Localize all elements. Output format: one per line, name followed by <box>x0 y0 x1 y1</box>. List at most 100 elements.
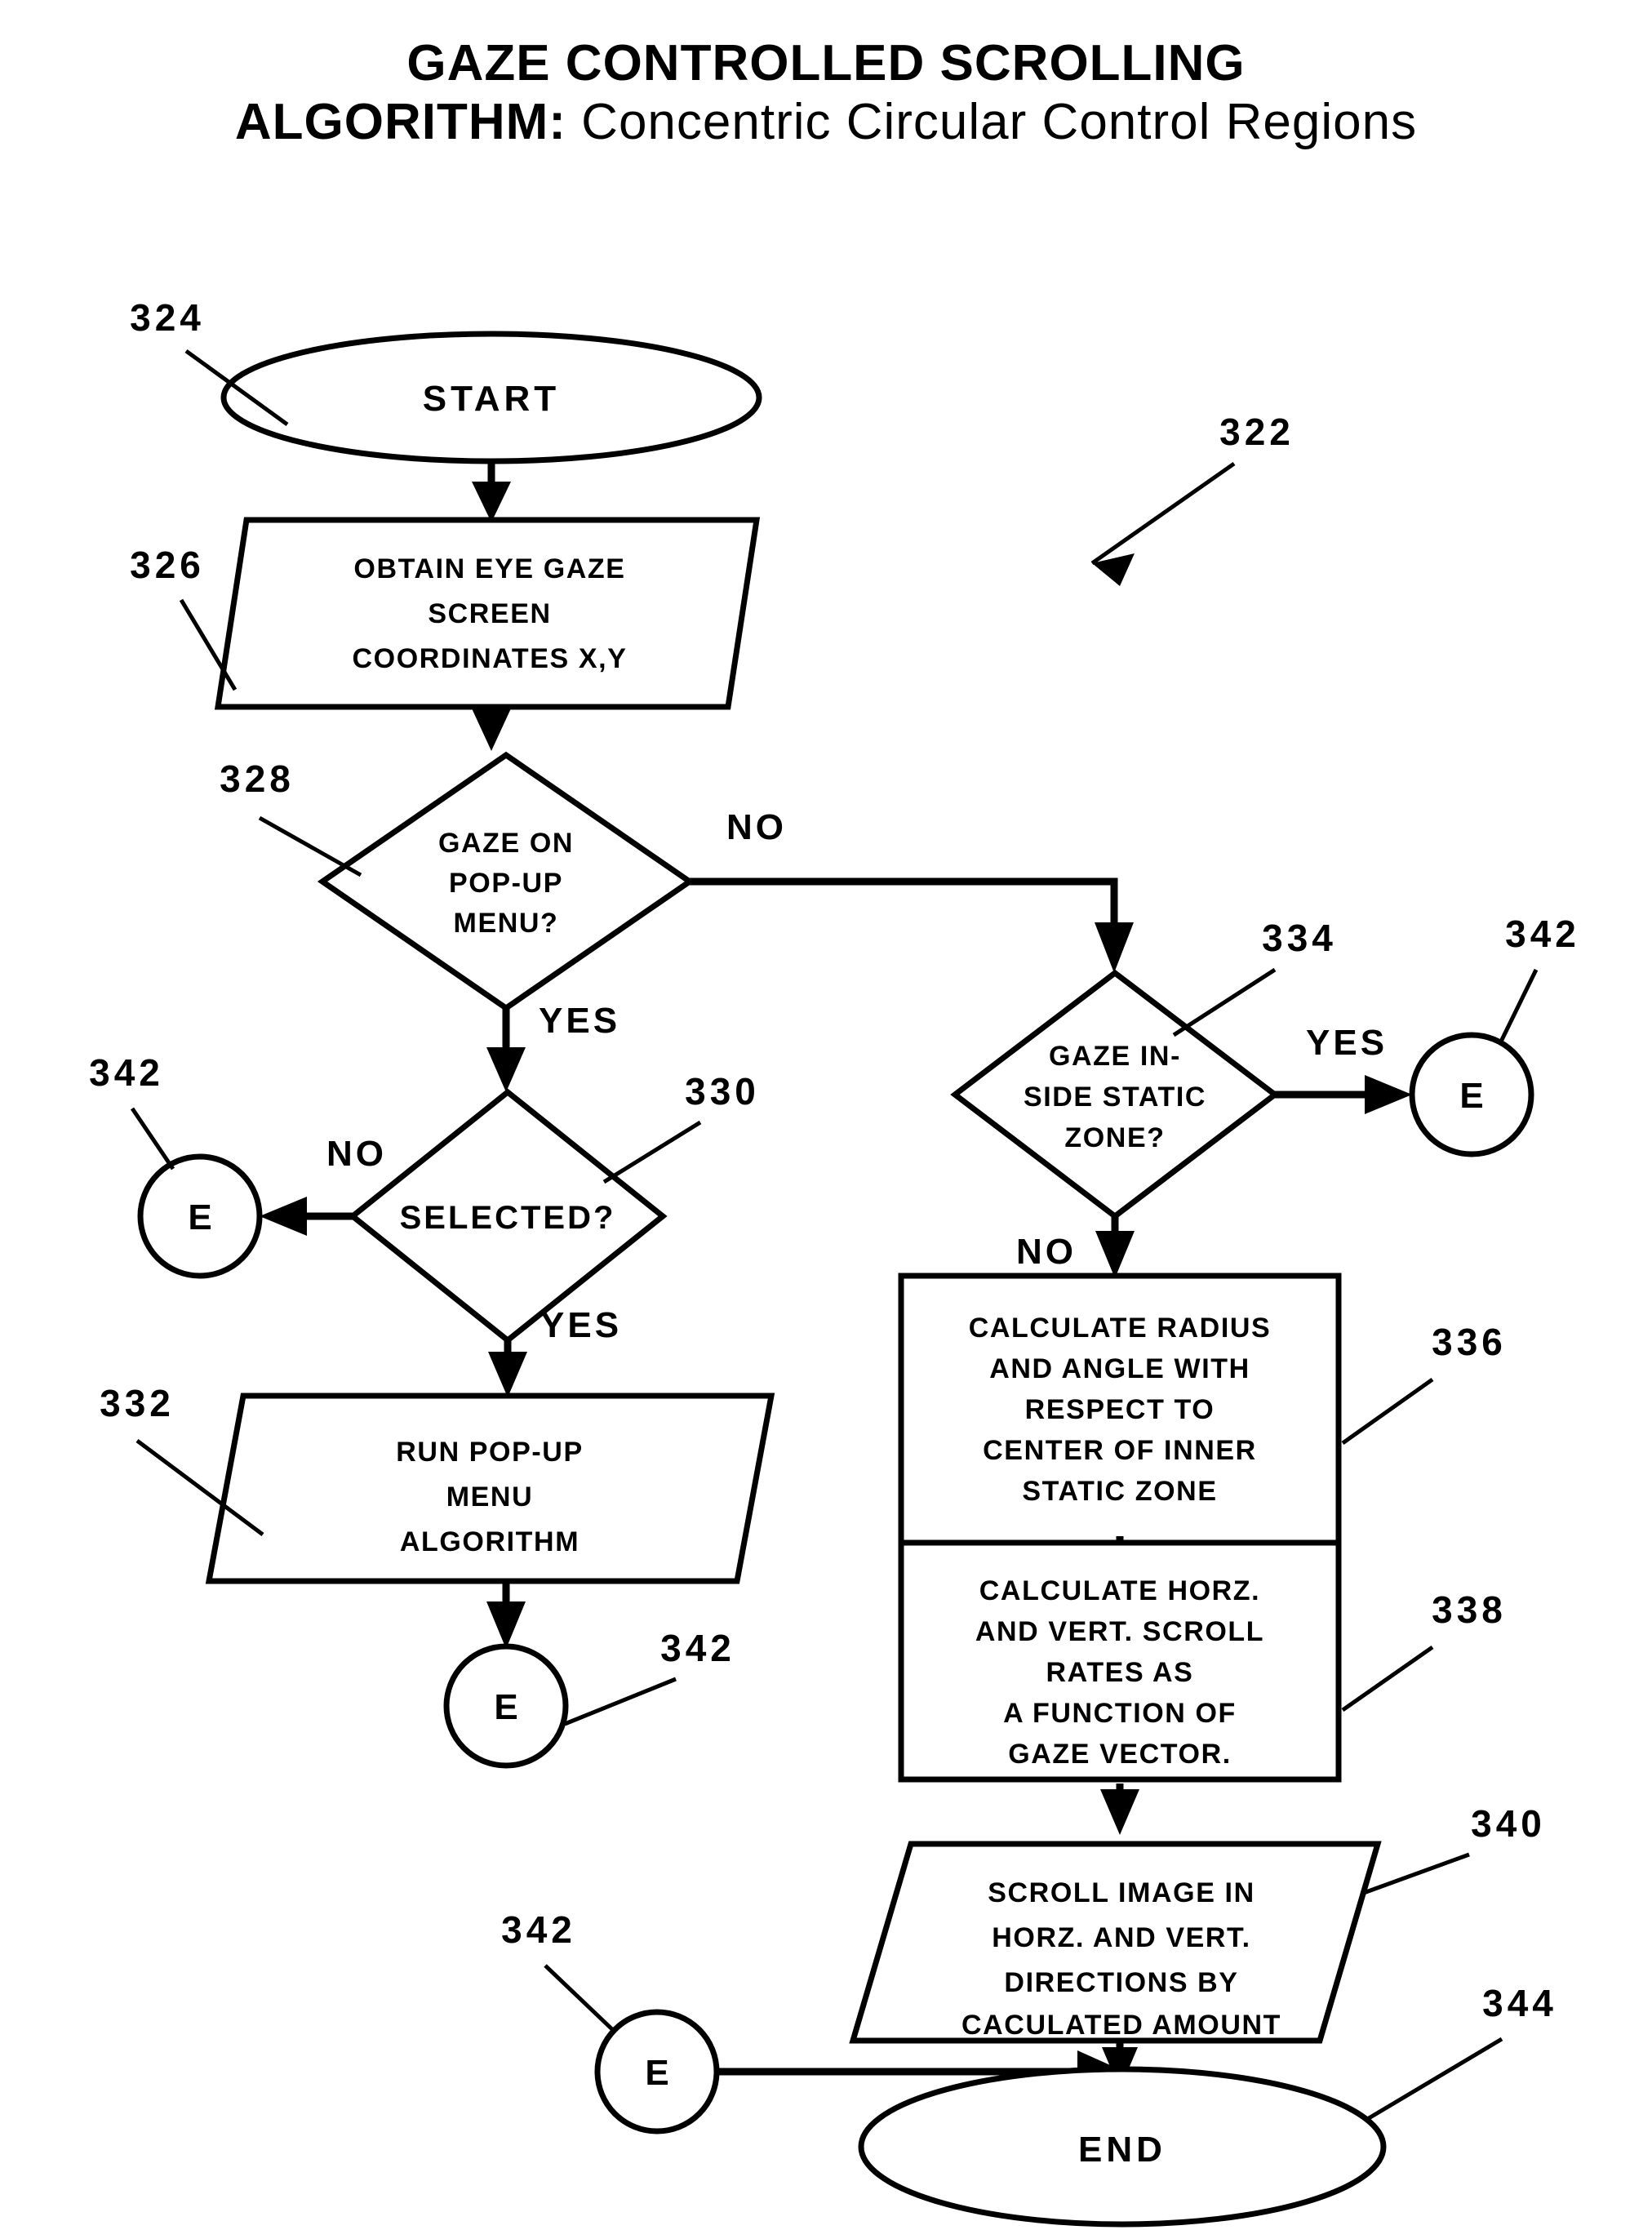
ref-330-leader <box>602 1120 702 1184</box>
ref-324-label: 324 <box>130 296 205 339</box>
edge-run-popup-to-e <box>486 1581 526 1649</box>
ref-342-left-label: 342 <box>89 1051 164 1094</box>
calc-rates-line-5: GAZE VECTOR. <box>1008 1739 1232 1770</box>
start-label: START <box>423 379 560 419</box>
edge-popup-yes: YES <box>486 1001 620 1092</box>
calc-radius-line-3: RESPECT TO <box>1025 1394 1215 1425</box>
end-label: END <box>1078 2130 1166 2170</box>
ref-328: 328 <box>220 757 362 877</box>
calc-radius-line-4: CENTER OF INNER <box>983 1435 1257 1466</box>
gaze-on-popup-line-2: POP-UP <box>449 868 563 899</box>
connector-e-popup[interactable]: E <box>443 1643 569 1769</box>
calc-rates-line-3: RATES AS <box>1046 1657 1194 1688</box>
ref-342-left: 342 <box>89 1051 175 1171</box>
run-popup-line-1: RUN POP-UP <box>396 1437 583 1468</box>
ref-328-label: 328 <box>220 757 295 800</box>
ref-344-label: 344 <box>1482 1982 1557 2024</box>
edge-static-no: NO <box>1016 1216 1135 1278</box>
node-run-popup[interactable]: RUN POP-UP MENU ALGORITHM <box>205 1393 775 1584</box>
ref-342-static: 342 <box>1498 913 1580 1045</box>
arrowhead-static-no <box>1095 1231 1135 1278</box>
ref-338-leader <box>1341 1645 1434 1712</box>
ref-344: 344 <box>1363 1982 1557 2123</box>
calc-radius-line-2: AND ANGLE WITH <box>989 1353 1250 1384</box>
e-static-label: E <box>1459 1076 1483 1116</box>
e-left-label: E <box>188 1197 211 1237</box>
edge-label-selected-yes: YES <box>540 1305 622 1345</box>
gaze-inside-static-line-2: SIDE STATIC <box>1024 1082 1206 1113</box>
edge-start-to-obtain <box>472 462 511 522</box>
scroll-image-line-2: HORZ. AND VERT. <box>992 1922 1250 1953</box>
node-start[interactable]: START <box>220 331 762 464</box>
edge-calc-rates-to-scroll <box>1100 1784 1139 1835</box>
ref-342-left-leader <box>130 1107 175 1171</box>
ref-342-bottom-label: 342 <box>501 1908 576 1951</box>
selected-label: SELECTED? <box>400 1200 616 1236</box>
arrowhead-selected-no <box>260 1197 307 1236</box>
ref-340: 340 <box>1361 1802 1546 1896</box>
obtain-gaze-line-2: SCREEN <box>428 598 551 629</box>
ref-342-static-label: 342 <box>1505 913 1580 955</box>
figure-ref-322: 322 <box>1090 411 1290 586</box>
gaze-on-popup-line-3: MENU? <box>454 908 559 939</box>
ref-338: 338 <box>1341 1588 1507 1712</box>
edge-label-popup-no: NO <box>726 807 787 847</box>
e-bottom-label: E <box>645 2053 668 2093</box>
edge-obtain-to-popup <box>472 707 511 751</box>
ref-328-leader <box>258 815 362 877</box>
ref-342-popup-leader <box>564 1677 677 1726</box>
title-line-2-bold: ALGORITHM: <box>235 94 566 150</box>
edge-label-popup-yes: YES <box>539 1001 620 1041</box>
flowchart-page: GAZE CONTROLLED SCROLLING ALGORITHM: Con… <box>0 0 1652 2230</box>
node-obtain-gaze[interactable]: OBTAIN EYE GAZE SCREEN COORDINATES X,Y <box>214 517 761 710</box>
arrowhead-rates-scroll <box>1100 1789 1139 1835</box>
node-selected[interactable]: SELECTED? <box>348 1088 668 1344</box>
edge-label-selected-no: NO <box>326 1134 387 1174</box>
connector-e-left[interactable]: E <box>137 1153 263 1279</box>
calc-radius-line-1: CALCULATE RADIUS <box>969 1313 1272 1344</box>
node-gaze-inside-static[interactable]: GAZE IN- SIDE STATIC ZONE? <box>950 969 1280 1220</box>
node-end[interactable]: END <box>858 2066 1387 2228</box>
ref-334-leader <box>1172 967 1277 1037</box>
connector-e-static[interactable]: E <box>1409 1032 1534 1157</box>
obtain-gaze-line-3: COORDINATES X,Y <box>353 643 628 674</box>
ref-334: 334 <box>1172 917 1337 1037</box>
ref-340-leader <box>1361 1852 1470 1896</box>
ref-338-label: 338 <box>1432 1588 1507 1631</box>
calc-radius-line-5: STATIC ZONE <box>1022 1476 1217 1507</box>
arrowhead-run-popup-e <box>486 1601 526 1649</box>
node-gaze-on-popup[interactable]: GAZE ON POP-UP MENU? <box>317 751 695 1012</box>
edge-label-static-no: NO <box>1016 1232 1077 1272</box>
gaze-on-popup-line-1: GAZE ON <box>438 828 574 859</box>
run-popup-line-3: ALGORITHM <box>400 1526 580 1557</box>
ref-332-label: 332 <box>100 1382 175 1424</box>
scroll-image-line-4: CACULATED AMOUNT <box>961 2010 1281 2041</box>
ref-342-bottom-leader <box>544 1964 615 2032</box>
ref-342-popup-label: 342 <box>660 1627 735 1669</box>
node-calc-rates[interactable]: CALCULATE HORZ. AND VERT. SCROLL RATES A… <box>898 1539 1342 1783</box>
ref-340-label: 340 <box>1471 1802 1546 1845</box>
arrowhead-popup-yes <box>486 1047 526 1092</box>
calc-rates-line-4: A FUNCTION OF <box>1003 1698 1237 1729</box>
connector-e-bottom[interactable]: E <box>594 2009 720 2134</box>
calc-rates-line-1: CALCULATE HORZ. <box>979 1575 1260 1606</box>
calc-rates-line-2: AND VERT. SCROLL <box>975 1616 1264 1647</box>
ref-330-label: 330 <box>685 1070 760 1113</box>
ref-334-label: 334 <box>1262 917 1337 959</box>
title-line-2-rest: Concentric Circular Control Regions <box>566 94 1417 150</box>
scroll-image-line-1: SCROLL IMAGE IN <box>988 1877 1255 1908</box>
edge-static-yes: YES <box>1275 1023 1412 1114</box>
ref-336-label: 336 <box>1432 1321 1507 1363</box>
title-line-2: ALGORITHM: Concentric Circular Control R… <box>235 94 1417 150</box>
ref-326-label: 326 <box>130 544 205 586</box>
ref-342-static-leader <box>1498 968 1539 1045</box>
arrowhead-start-obtain <box>472 482 511 522</box>
ref-344-leader <box>1363 2037 1503 2123</box>
edge-label-static-yes: YES <box>1306 1023 1388 1063</box>
node-scroll-image[interactable]: SCROLL IMAGE IN HORZ. AND VERT. DIRECTIO… <box>849 1841 1382 2044</box>
ref-336-leader <box>1341 1377 1434 1446</box>
figure-ref-leader <box>1090 461 1236 566</box>
ref-342-popup: 342 <box>564 1627 735 1726</box>
run-popup-line-2: MENU <box>446 1481 534 1513</box>
scroll-image-line-3: DIRECTIONS BY <box>1004 1967 1238 1998</box>
